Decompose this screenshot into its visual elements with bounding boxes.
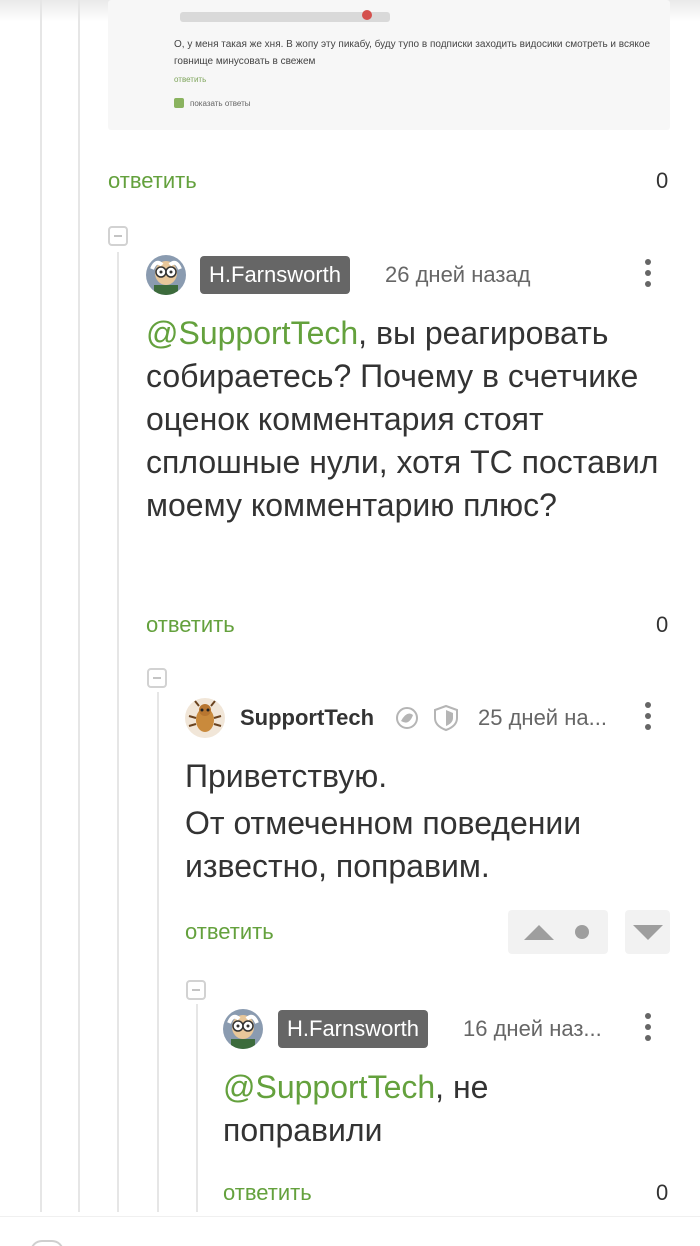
embedded-reply-link: ответить — [174, 75, 207, 84]
reply-link-comment3[interactable]: ответить — [223, 1180, 312, 1206]
embedded-comment-screenshot: О, у меня такая же хня. В жопу эту пикаб… — [108, 0, 670, 130]
score-comment0: 0 — [656, 168, 669, 193]
downvote-button[interactable] — [625, 910, 670, 954]
kebab-dot-icon — [645, 1013, 651, 1019]
thread-line-1 — [40, 0, 42, 1212]
thread-line-3 — [117, 252, 119, 1212]
supporttech-avatar-icon — [185, 698, 225, 738]
avatar-hfarnsworth-2 — [223, 1009, 263, 1049]
reply-link-comment1[interactable]: ответить — [146, 612, 235, 638]
date-comment2: 25 дней на... — [478, 705, 607, 730]
comment1-text: @SupportTech, вы реагировать собираетесь… — [146, 312, 676, 527]
kebab-dot-icon — [645, 1024, 651, 1030]
mention-link-comment1[interactable]: @SupportTech — [146, 315, 358, 351]
arrow-down-icon — [633, 925, 663, 940]
collapse-toggle-comment2[interactable] — [147, 668, 167, 688]
bottom-divider — [0, 1216, 700, 1217]
rating-dot-icon — [575, 925, 589, 939]
shield-badge-icon — [432, 704, 460, 737]
avatar-hfarnsworth — [146, 255, 186, 295]
author-name-comment2[interactable]: SupportTech — [240, 705, 374, 731]
comment2-line2: От отмеченном поведении известно, поправ… — [185, 805, 582, 884]
embedded-comment-text: О, у меня такая же хня. В жопу эту пикаб… — [174, 39, 651, 67]
farnsworth-avatar-icon — [223, 1009, 263, 1049]
upvote-button[interactable] — [508, 910, 608, 954]
kebab-dot-icon — [645, 1035, 651, 1041]
next-item-arc — [30, 1240, 64, 1246]
comment3-text: @SupportTech, не поправили — [223, 1066, 553, 1152]
more-menu-comment2[interactable] — [643, 702, 653, 736]
kebab-dot-icon — [645, 702, 651, 708]
embedded-header-dot — [362, 10, 372, 20]
more-menu-comment1[interactable] — [643, 259, 653, 293]
reply-link-comment0[interactable]: ответить — [108, 168, 197, 194]
comment2-line1: Приветствую. — [185, 758, 388, 794]
embedded-show-replies-label: показать ответы — [190, 98, 251, 108]
date-comment1: 26 дней назад — [385, 262, 531, 287]
embedded-show-replies: показать ответы — [174, 98, 251, 108]
score-comment3: 0 — [656, 1180, 669, 1205]
thread-line-2 — [78, 0, 80, 1212]
collapse-toggle-comment3[interactable] — [186, 980, 206, 1000]
kebab-dot-icon — [645, 281, 651, 287]
thread-line-5 — [196, 1004, 198, 1212]
more-menu-comment3[interactable] — [643, 1013, 653, 1047]
thread-line-4 — [157, 692, 159, 1212]
plus-box-icon — [174, 98, 184, 108]
date-comment3: 16 дней наз... — [463, 1016, 602, 1041]
farnsworth-avatar-icon — [146, 255, 186, 295]
kebab-dot-icon — [645, 713, 651, 719]
mention-link-comment3[interactable]: @SupportTech — [223, 1069, 435, 1105]
collapse-toggle-comment1[interactable] — [108, 226, 128, 246]
avatar-supporttech — [185, 698, 225, 738]
score-comment1: 0 — [656, 612, 669, 637]
moon-badge-icon — [395, 706, 419, 735]
kebab-dot-icon — [645, 270, 651, 276]
reply-link-comment2[interactable]: ответить — [185, 919, 274, 945]
comments-page: О, у меня такая же хня. В жопу эту пикаб… — [0, 0, 700, 1246]
arrow-up-icon — [524, 925, 554, 940]
author-badge-comment3[interactable]: H.Farnsworth — [278, 1010, 429, 1048]
kebab-dot-icon — [645, 259, 651, 265]
embedded-header-bar — [180, 12, 390, 22]
author-badge-comment1[interactable]: H.Farnsworth — [200, 256, 351, 294]
kebab-dot-icon — [645, 724, 651, 730]
